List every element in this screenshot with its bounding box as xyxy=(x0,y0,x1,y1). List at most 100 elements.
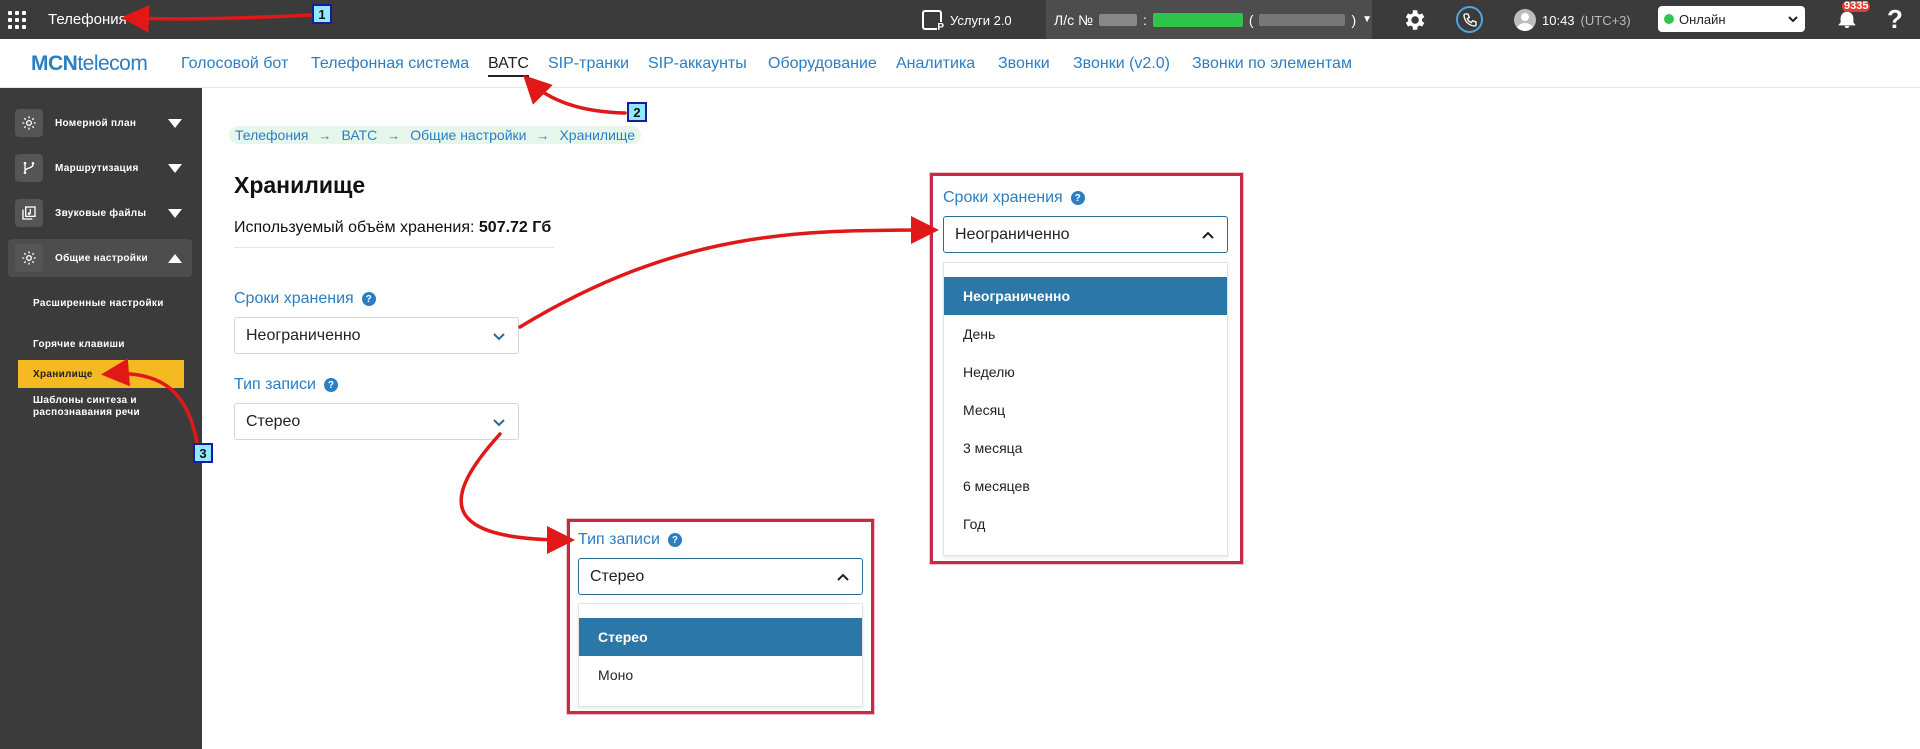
current-time: 10:43 xyxy=(1542,12,1575,28)
logo-bold: MCN xyxy=(31,52,78,75)
arrow-retention xyxy=(518,216,939,329)
breadcrumb: Телефония → ВАТС → Общие настройки → Хра… xyxy=(229,126,642,144)
nav-sip-accounts[interactable]: SIP-аккаунты xyxy=(648,55,747,73)
nav-phone-system[interactable]: Телефонная система xyxy=(311,55,469,73)
breadcrumb-item[interactable]: Телефония xyxy=(235,127,308,143)
timezone: (UTC+3) xyxy=(1580,12,1631,28)
caret-down-icon xyxy=(168,208,182,218)
sidebar-item-label: Маршрутизация xyxy=(55,162,139,174)
retention-option[interactable]: 3 месяца xyxy=(944,429,1227,467)
sidebar-item-number-plan[interactable]: Номерной план xyxy=(8,104,192,142)
chevron-down-icon xyxy=(493,418,505,426)
account-selector[interactable]: Л/с № : ( ) ▼ xyxy=(1046,0,1372,39)
retention-option[interactable]: День xyxy=(944,315,1227,353)
caret-down-icon xyxy=(168,163,182,173)
retention-option[interactable]: Неделю xyxy=(944,353,1227,391)
account-detail-redacted xyxy=(1259,13,1346,26)
breadcrumb-separator-icon: → xyxy=(387,127,401,143)
nav-calls-by-elements[interactable]: Звонки по элементам xyxy=(1192,55,1352,73)
nav-voice-bot[interactable]: Голосовой бот xyxy=(181,55,288,73)
branch-icon xyxy=(15,154,43,182)
nav-calls[interactable]: Звонки xyxy=(998,55,1050,73)
audio-library-icon xyxy=(15,199,43,227)
annotation-marker-1: 1 xyxy=(312,4,332,24)
account-prefix: Л/с № xyxy=(1054,11,1093,28)
divider xyxy=(234,247,554,248)
services-label: Услуги 2.0 xyxy=(950,12,1012,28)
annotation-marker-2: 2 xyxy=(627,102,647,122)
account-name-redacted xyxy=(1152,12,1243,27)
record-type-select[interactable]: Стерео xyxy=(234,403,519,440)
retention-option[interactable]: Год xyxy=(944,505,1227,543)
sidebar-sub-storage[interactable]: Хранилище xyxy=(18,360,184,388)
sidebar-item-routing[interactable]: Маршрутизация xyxy=(8,149,192,187)
help-icon[interactable]: ? xyxy=(667,533,682,547)
caret-up-icon xyxy=(168,253,182,263)
help-icon[interactable]: ? xyxy=(1887,4,1903,35)
services-button[interactable]: Услуги 2.0 xyxy=(922,8,1012,33)
top-bar: Телефония Услуги 2.0 Л/с № : ( ) ▼ 10:43… xyxy=(0,0,1920,39)
breadcrumb-item[interactable]: Хранилище xyxy=(559,127,635,143)
gear-icon xyxy=(15,109,43,137)
retention-option[interactable]: Неограниченно xyxy=(944,277,1227,315)
nav-sip-trunks[interactable]: SIP-транки xyxy=(548,55,629,73)
arrow-record xyxy=(459,432,575,554)
sidebar-sub-hotkeys[interactable]: Горячие клавиши xyxy=(33,339,173,351)
nav-analytics[interactable]: Аналитика xyxy=(896,55,975,73)
logo-rest: telecom xyxy=(77,52,148,75)
account-colon: : xyxy=(1142,11,1147,28)
sidebar: Номерной план Маршрутизация Звуковые фай… xyxy=(0,88,202,749)
nav-equipment[interactable]: Оборудование xyxy=(768,55,877,73)
retention-select[interactable]: Неограниченно xyxy=(234,317,519,354)
status-select[interactable]: Онлайн xyxy=(1658,6,1805,32)
sidebar-item-general-settings[interactable]: Общие настройки xyxy=(8,239,192,277)
avatar[interactable] xyxy=(1514,9,1536,31)
nav-calls-v2[interactable]: Звонки (v2.0) xyxy=(1073,55,1170,73)
retention-option[interactable]: 6 месяцев xyxy=(944,467,1227,505)
account-paren-close: ) xyxy=(1351,11,1357,28)
record-option[interactable]: Моно xyxy=(579,656,862,694)
help-icon[interactable]: ? xyxy=(1070,191,1085,205)
sidebar-item-label: Общие настройки xyxy=(55,252,148,264)
account-caret-icon: ▼ xyxy=(1362,14,1373,25)
retention-label-text: Сроки хранения xyxy=(234,290,354,307)
app-title[interactable]: Телефония xyxy=(48,11,127,28)
status-value: Онлайн xyxy=(1679,11,1726,27)
user-clock[interactable]: 10:43 (UTC+3) xyxy=(1514,9,1631,31)
chevron-down-icon xyxy=(1788,16,1798,23)
page-title: Хранилище xyxy=(234,172,366,198)
record-option[interactable]: Стерео xyxy=(579,618,862,656)
sidebar-sub-speech-templates[interactable]: Шаблоны синтеза и распознавания речи xyxy=(33,395,173,419)
account-number-redacted xyxy=(1098,13,1137,26)
breadcrumb-separator-icon: → xyxy=(536,127,550,143)
breadcrumb-separator-icon: → xyxy=(318,127,332,143)
phone-icon[interactable] xyxy=(1456,6,1483,33)
storage-usage: Используемый объём хранения: 507.72 Гб xyxy=(234,219,551,237)
help-icon[interactable]: ? xyxy=(323,378,338,392)
record-type-label: Тип записи ? xyxy=(234,376,338,394)
sidebar-sub-advanced-settings[interactable]: Расширенные настройки xyxy=(33,298,173,310)
account-paren-open: ( xyxy=(1248,11,1254,28)
retention-dropdown-label: Сроки хранения ? xyxy=(943,189,1085,207)
nav-vats[interactable]: ВАТС xyxy=(488,55,529,77)
caret-down-icon xyxy=(168,118,182,128)
record-type-label-text: Тип записи xyxy=(234,376,316,393)
sidebar-item-sound-files[interactable]: Звуковые файлы xyxy=(8,194,192,232)
usage-label: Используемый объём хранения: xyxy=(234,219,475,236)
retention-dropdown-select[interactable]: Неограниченно xyxy=(943,216,1228,253)
breadcrumb-item[interactable]: ВАТС xyxy=(341,127,377,143)
retention-option[interactable]: Месяц xyxy=(944,391,1227,429)
breadcrumb-item[interactable]: Общие настройки xyxy=(410,127,526,143)
chevron-up-icon xyxy=(837,573,849,581)
settings-gear-icon[interactable] xyxy=(1401,7,1427,33)
apps-grid-icon[interactable] xyxy=(8,11,26,29)
record-dropdown-label-text: Тип записи xyxy=(578,531,660,548)
help-icon[interactable]: ? xyxy=(361,292,376,306)
sidebar-item-label: Звуковые файлы xyxy=(55,207,147,219)
record-dropdown-select[interactable]: Стерео xyxy=(578,558,863,595)
online-status-dot-icon xyxy=(1664,14,1674,24)
notifications-badge: 9335 xyxy=(1842,0,1871,12)
mcn-logo[interactable]: MCNtelecom xyxy=(31,52,148,76)
chevron-down-icon xyxy=(493,332,505,340)
retention-select-value: Неограниченно xyxy=(246,326,361,344)
